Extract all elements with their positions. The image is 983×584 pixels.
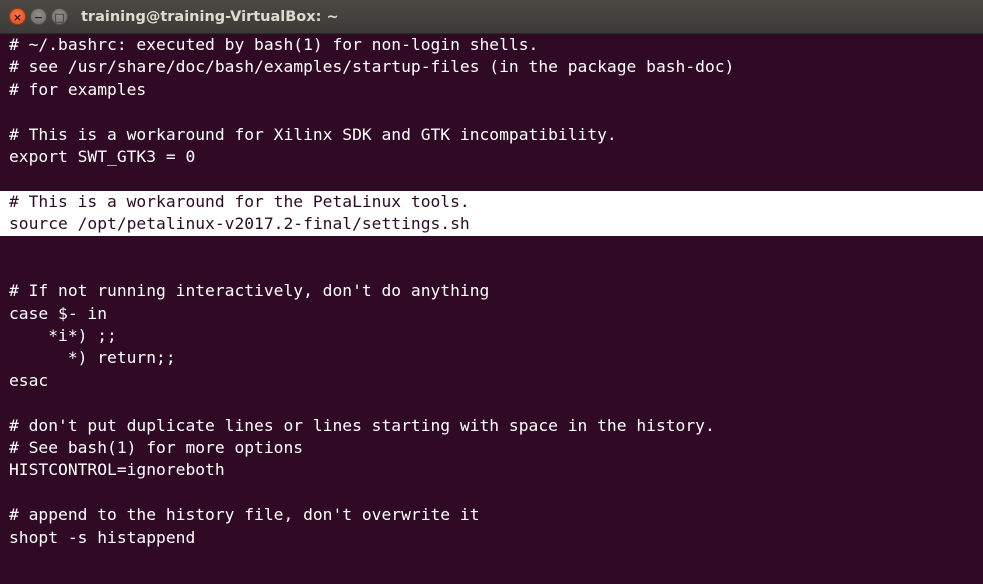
terminal-line: # If not running interactively, don't do… <box>9 281 490 301</box>
window-title: training@training-VirtualBox: ~ <box>81 9 339 25</box>
terminal-line-selected: source /opt/petalinux-v2017.2-final/sett… <box>0 213 983 236</box>
terminal-line: esac <box>9 370 49 390</box>
terminal-line: shopt -s histappend <box>9 527 196 547</box>
maximize-icon: □ <box>54 11 65 24</box>
title-bar[interactable]: × − □ training@training-VirtualBox: ~ <box>0 0 983 34</box>
terminal-line: # don't put duplicate lines or lines sta… <box>9 415 715 435</box>
close-button[interactable]: × <box>9 8 26 25</box>
terminal-content[interactable]: # ~/.bashrc: executed by bash(1) for non… <box>0 34 983 584</box>
terminal-line-selected: # This is a workaround for the PetaLinux… <box>0 190 983 214</box>
terminal-line: # This is a workaround for Xilinx SDK an… <box>9 124 617 144</box>
terminal-line: HISTCONTROL=ignoreboth <box>9 460 225 480</box>
terminal-line: # for examples <box>9 79 147 99</box>
minimize-button[interactable]: − <box>30 8 47 25</box>
terminal-line: case $- in <box>9 303 108 323</box>
minimize-icon: − <box>33 11 44 24</box>
terminal-line: *i*) ;; <box>9 326 117 346</box>
terminal-window: × − □ training@training-VirtualBox: ~ # … <box>0 0 983 584</box>
terminal-line: # See bash(1) for more options <box>9 438 304 458</box>
terminal-line: # ~/.bashrc: executed by bash(1) for non… <box>9 35 539 54</box>
terminal-line: *) return;; <box>9 348 176 368</box>
maximize-button[interactable]: □ <box>51 8 68 25</box>
terminal-line: # see /usr/share/doc/bash/examples/start… <box>9 57 735 77</box>
close-icon: × <box>12 11 23 24</box>
terminal-line: export SWT_GTK3 = 0 <box>9 146 196 166</box>
terminal-line: # append to the history file, don't over… <box>9 505 480 525</box>
